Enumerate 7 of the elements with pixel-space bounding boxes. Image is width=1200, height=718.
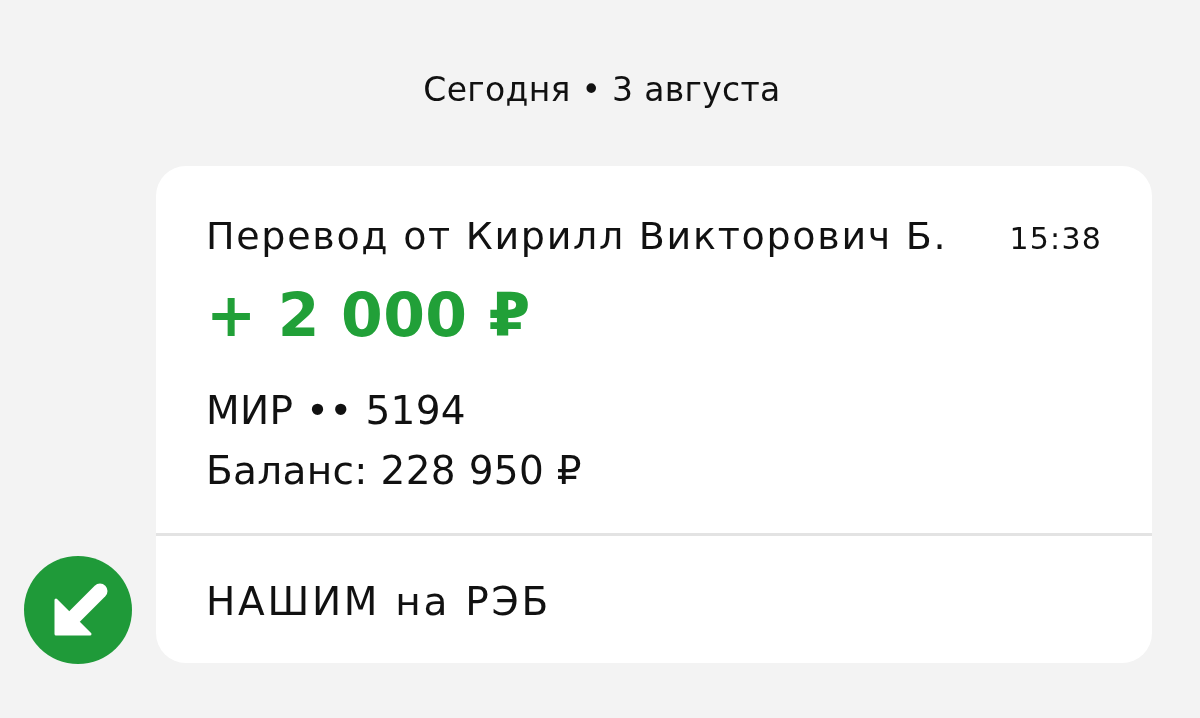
balance-text: Баланс: 228 950 ₽ bbox=[206, 447, 583, 495]
card-number: МИР •• 5194 bbox=[206, 387, 467, 435]
transaction-time: 15:38 bbox=[1009, 220, 1102, 258]
transaction-amount: + 2 000 ₽ bbox=[206, 279, 532, 352]
transaction-title: Перевод от Кирилл Викторович Б. bbox=[206, 213, 948, 260]
transfer-message: НАШИМ на РЭБ bbox=[206, 577, 551, 626]
date-header: Сегодня • 3 августа bbox=[422, 69, 781, 111]
